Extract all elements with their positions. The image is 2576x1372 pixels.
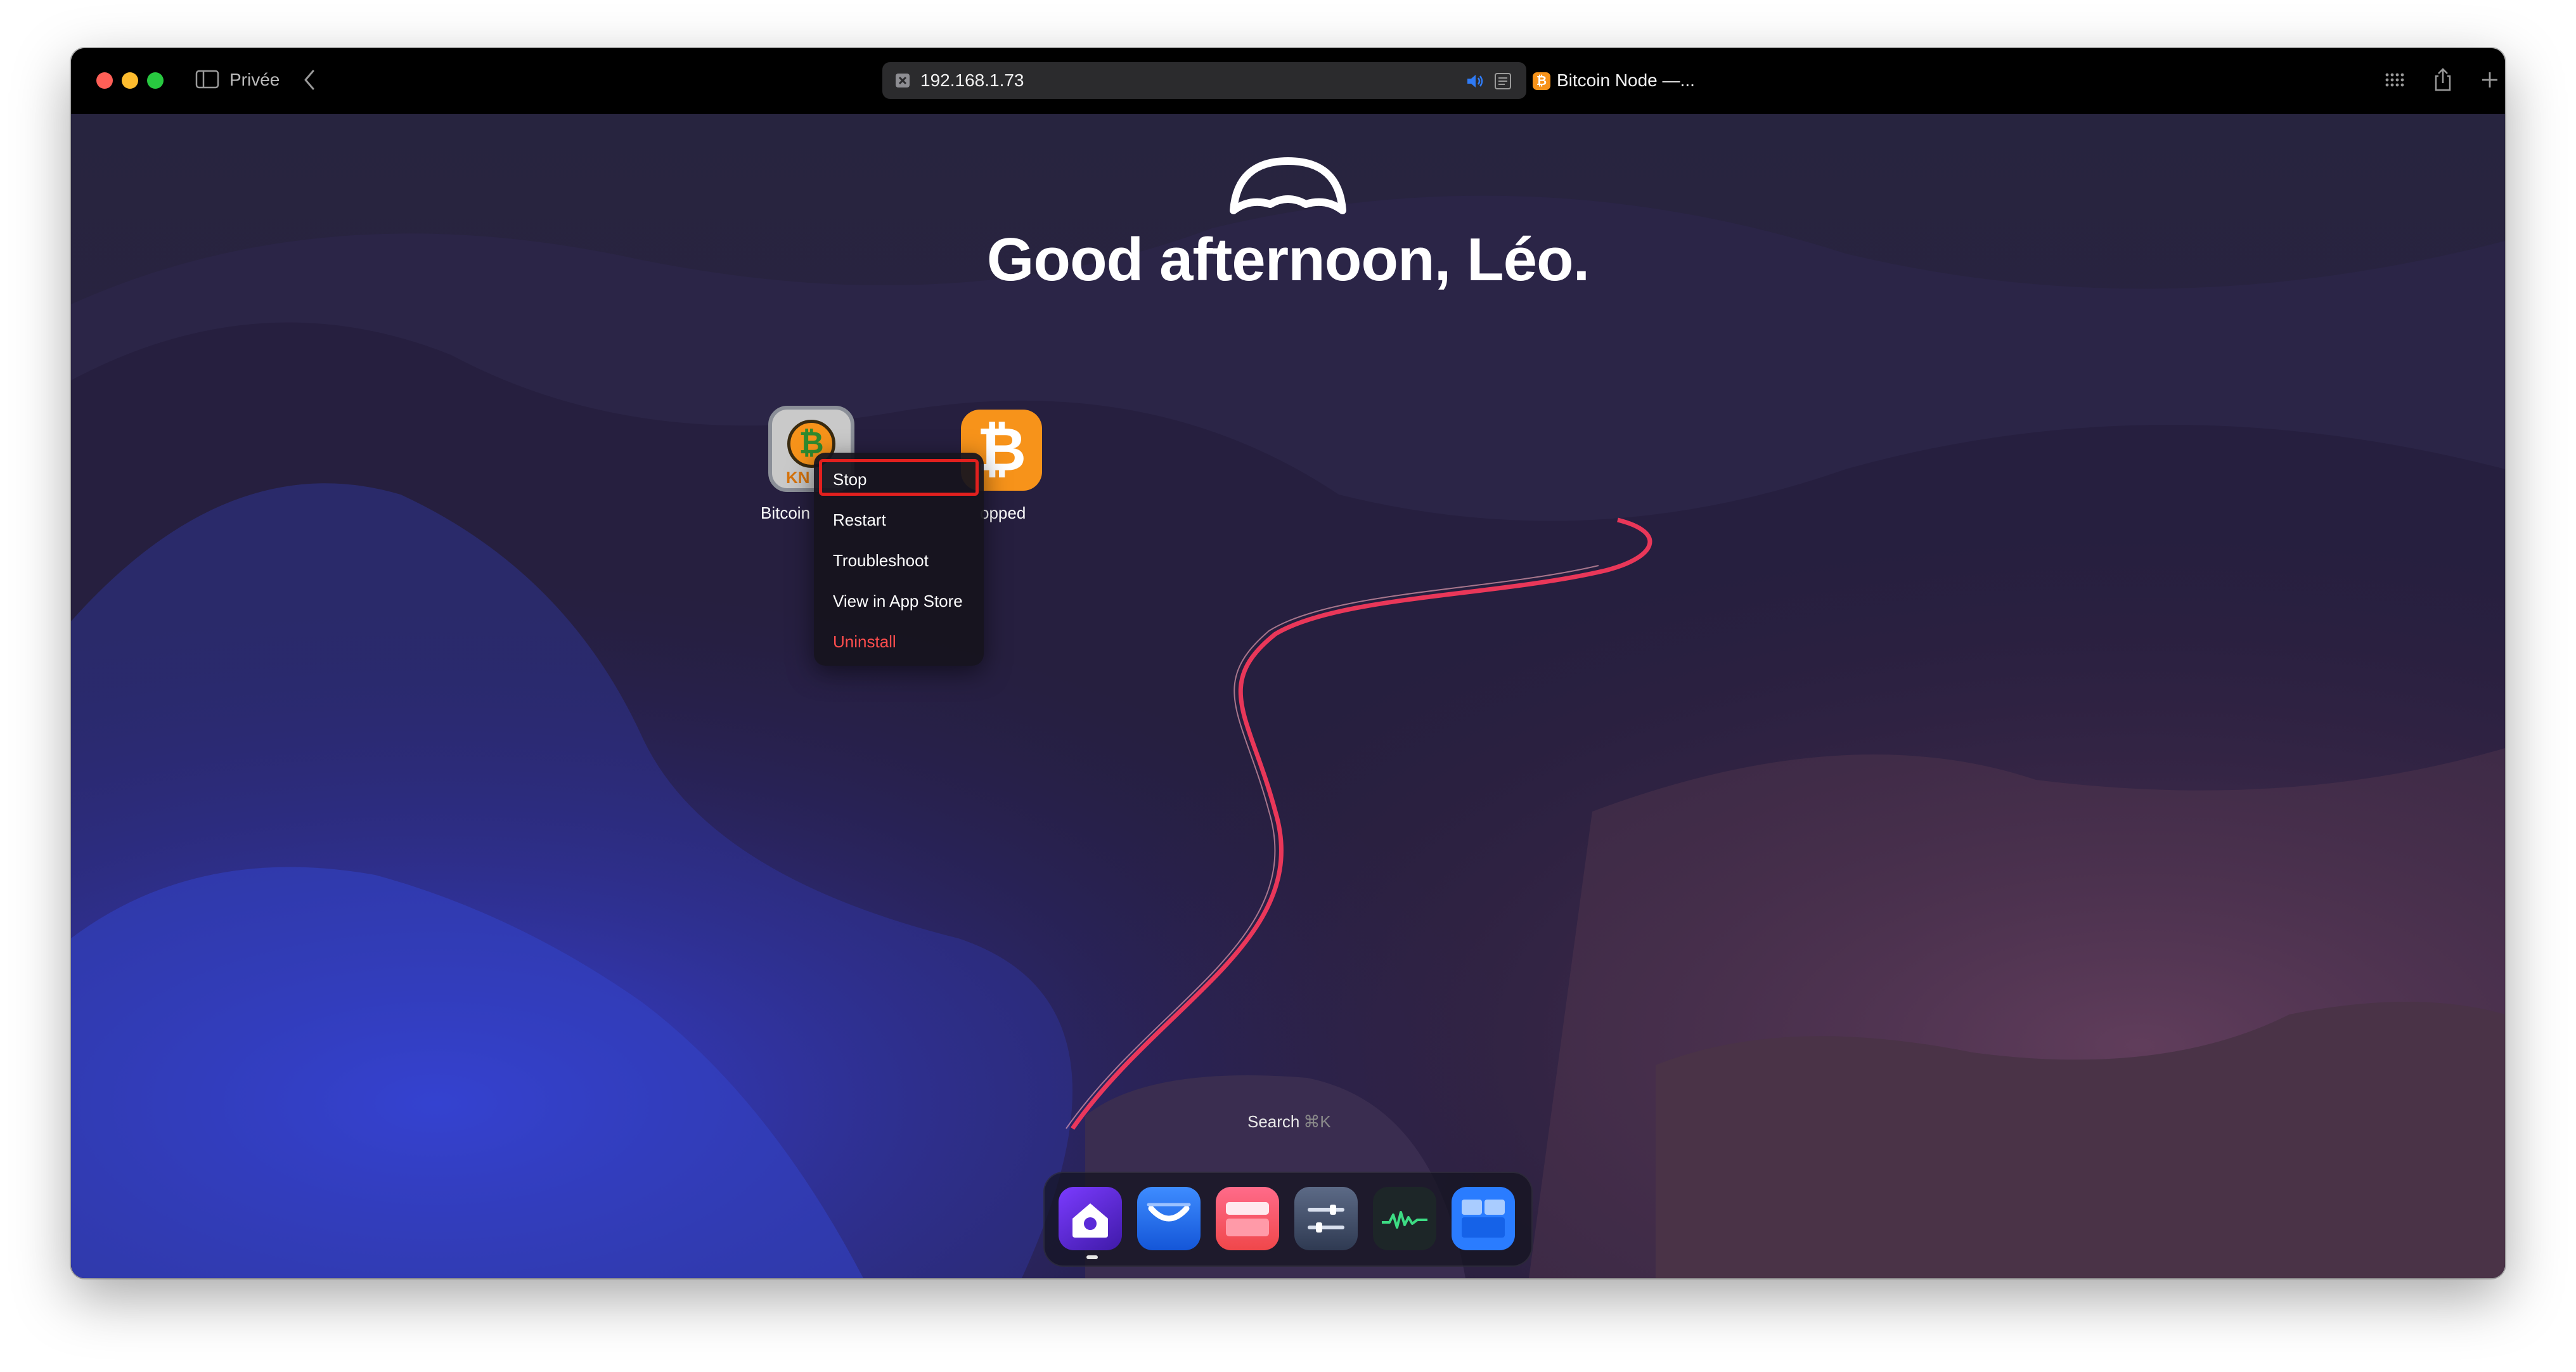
sidebar-toggle-icon[interactable]	[195, 70, 219, 89]
files-icon	[1147, 1203, 1191, 1222]
menu-item-troubleshoot[interactable]: Troubleshoot	[814, 540, 984, 581]
dock	[1043, 1172, 1533, 1267]
tab-overview-grid-icon[interactable]	[2381, 66, 2409, 94]
menu-item-label: Uninstall	[833, 632, 896, 651]
back-chevron-icon[interactable]	[300, 68, 318, 91]
search-button[interactable]: Search ⌘K	[1247, 1111, 1331, 1132]
zoom-window-button[interactable]	[147, 72, 164, 89]
app-context-menu: Stop Restart Troubleshoot View in App St…	[814, 453, 984, 666]
menu-item-label: Troubleshoot	[833, 551, 929, 570]
speaker-icon[interactable]	[1465, 72, 1484, 90]
menu-item-uninstall[interactable]: Uninstall	[814, 621, 984, 662]
private-mode-label: Privée	[229, 70, 280, 89]
page-viewport: Good afternoon, Léo. ₿ KN Bitcoin ₿ oppe…	[71, 114, 2505, 1278]
dock-widgets[interactable]	[1452, 1187, 1515, 1250]
dock-home[interactable]	[1059, 1187, 1122, 1250]
browser-window: Privée 192.168.1.73 ₿ Bitcoin Node —... …	[71, 48, 2505, 1278]
address-bar[interactable]: 192.168.1.73	[882, 62, 1526, 99]
menu-item-view-in-app-store[interactable]: View in App Store	[814, 581, 984, 621]
app-store-icon	[1226, 1202, 1269, 1236]
close-window-button[interactable]	[96, 72, 113, 89]
menu-item-stop[interactable]: Stop	[814, 459, 984, 500]
insecure-site-icon	[896, 74, 910, 87]
umbrel-logo-icon	[1230, 157, 1346, 214]
browser-toolbar: Privée 192.168.1.73 ₿ Bitcoin Node —...	[71, 48, 2505, 114]
settings-icon	[1308, 1205, 1344, 1233]
minimize-window-button[interactable]	[122, 72, 138, 89]
menu-item-label: Stop	[833, 470, 867, 489]
search-shortcut: ⌘K	[1303, 1112, 1331, 1131]
dock-live-usage[interactable]	[1373, 1187, 1436, 1250]
dock-settings[interactable]	[1294, 1187, 1358, 1250]
tab-title: Bitcoin Node —...	[1557, 70, 1695, 90]
greeting-heading: Good afternoon, Léo.	[986, 226, 1590, 294]
tab-bitcoin-node[interactable]: ₿ Bitcoin Node —...	[1517, 62, 1695, 99]
app-tile-text: KN	[786, 468, 810, 487]
address-text: 192.168.1.73	[920, 70, 1024, 90]
live-usage-icon	[1382, 1211, 1427, 1229]
menu-item-label: View in App Store	[833, 592, 963, 611]
bitcoin-favicon-icon: ₿	[1533, 72, 1550, 90]
menu-item-label: Restart	[833, 510, 886, 529]
dock-app-store[interactable]	[1216, 1187, 1279, 1250]
dock-files[interactable]	[1137, 1187, 1201, 1250]
home-icon	[1072, 1203, 1108, 1238]
search-label: Search	[1247, 1112, 1300, 1131]
app-label-bitcoin: Bitcoin	[761, 503, 811, 522]
active-indicator	[1086, 1255, 1098, 1259]
menu-item-restart[interactable]: Restart	[814, 500, 984, 540]
new-tab-plus-icon[interactable]	[2476, 66, 2504, 94]
reader-icon[interactable]	[1493, 72, 1512, 91]
widgets-icon	[1462, 1200, 1505, 1238]
share-icon[interactable]	[2429, 66, 2457, 94]
app-label-stopped: opped	[980, 503, 1026, 522]
